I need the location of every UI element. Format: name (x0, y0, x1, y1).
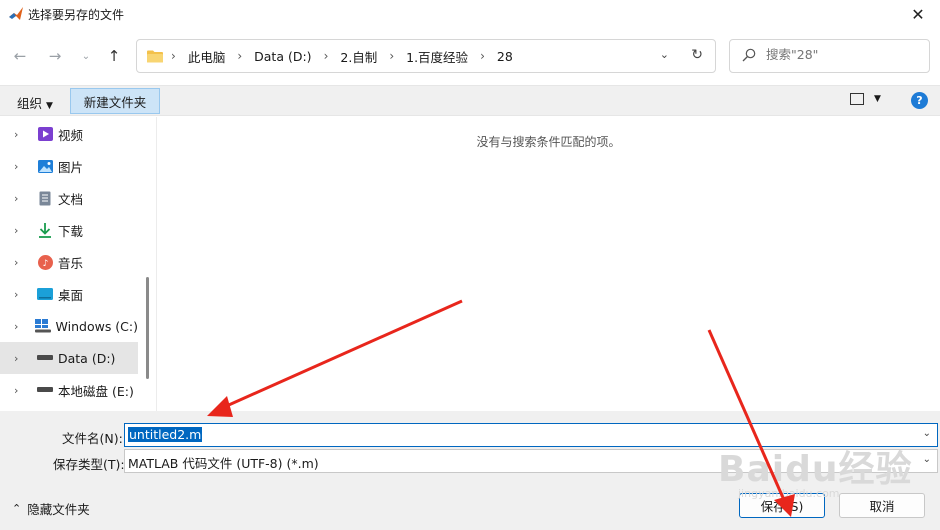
organize-label: 组织 (17, 96, 43, 111)
chevron-down-icon: ⌄ (81, 50, 91, 62)
close-button[interactable]: ✕ (904, 2, 932, 26)
cancel-button[interactable]: 取消 (839, 493, 925, 518)
up-button[interactable]: ↑ (104, 46, 124, 66)
search-input[interactable] (766, 47, 916, 62)
navigation-bar: ← → ⌄ ↑ › 此电脑 › Data (D:) › 2.自制 › 1.百度经… (0, 36, 940, 76)
svg-text:♪: ♪ (42, 259, 48, 269)
sidebar-scrollbar[interactable] (146, 277, 149, 379)
filename-input[interactable]: untitled2.m (128, 427, 203, 442)
picture-icon (37, 158, 53, 174)
empty-result-message: 没有与搜索条件匹配的项。 (476, 135, 621, 149)
breadcrumb-this-pc[interactable]: 此电脑 (186, 47, 228, 66)
filename-label: 文件名(N): (62, 431, 123, 446)
navigation-pane: › 视频 › 图片 › 文档 › 下载 › ♪ 音乐 › 桌面 › Window… (0, 117, 156, 411)
expand-chevron-icon[interactable]: › (14, 320, 32, 333)
video-icon (37, 126, 53, 142)
expand-chevron-icon[interactable]: › (14, 384, 34, 397)
desktop-icon (37, 286, 53, 302)
arrow-left-icon: ← (13, 47, 27, 65)
sidebar-item-downloads[interactable]: › 下载 (0, 214, 138, 246)
breadcrumb-folder-28[interactable]: 28 (495, 49, 515, 64)
breadcrumb: › 此电脑 › Data (D:) › 2.自制 › 1.百度经验 › 28 (171, 40, 515, 72)
caret-down-icon: ▼ (46, 101, 53, 111)
sidebar-item-label: 文档 (58, 191, 84, 207)
sidebar-item-label: 图片 (58, 159, 84, 175)
new-folder-button[interactable]: 新建文件夹 (70, 88, 160, 114)
address-history-chevron-icon[interactable]: ⌄ (660, 48, 669, 61)
breadcrumb-separator-icon[interactable]: › (470, 49, 495, 63)
recent-locations-button[interactable]: ⌄ (76, 46, 96, 66)
sidebar-item-label: 视频 (58, 127, 84, 143)
expand-chevron-icon[interactable]: › (14, 192, 34, 205)
drive-icon (37, 382, 53, 398)
address-bar[interactable]: › 此电脑 › Data (D:) › 2.自制 › 1.百度经验 › 28 ⌄… (136, 39, 716, 73)
help-icon[interactable]: ? (911, 92, 928, 109)
expand-chevron-icon[interactable]: › (14, 160, 34, 173)
music-icon: ♪ (37, 254, 53, 270)
breadcrumb-folder-2[interactable]: 2.自制 (338, 47, 379, 66)
expand-chevron-icon[interactable]: › (14, 256, 34, 269)
windows-drive-icon (34, 318, 51, 334)
sidebar-item-label: 音乐 (58, 255, 84, 271)
sidebar-item-label: 本地磁盘 (E:) (58, 383, 134, 399)
sidebar-item-windows-c[interactable]: › Windows (C:) (0, 310, 138, 342)
matlab-app-icon (9, 7, 23, 20)
arrow-right-icon: → (48, 47, 62, 65)
chevron-up-icon: ⌃ (12, 502, 22, 515)
breadcrumb-data-drive[interactable]: Data (D:) (252, 49, 313, 64)
folder-icon (147, 50, 163, 63)
sidebar-item-data-d[interactable]: › Data (D:) (0, 342, 138, 374)
file-list-area[interactable]: 没有与搜索条件匹配的项。 (157, 117, 940, 411)
new-folder-label: 新建文件夹 (83, 94, 147, 110)
sidebar-item-label: 下载 (58, 223, 84, 239)
filetype-value: MATLAB 代码文件 (UTF-8) (*.m) (128, 456, 319, 471)
sidebar-item-label: 桌面 (58, 287, 84, 303)
hide-folders-label: 隐藏文件夹 (27, 502, 90, 517)
chevron-down-icon[interactable]: ⌄ (923, 428, 931, 439)
sidebar-item-music[interactable]: › ♪ 音乐 (0, 246, 138, 278)
chevron-down-icon[interactable]: ⌄ (923, 454, 931, 465)
arrow-up-icon: ↑ (107, 47, 121, 65)
filetype-label: 保存类型(T): (53, 457, 125, 472)
refresh-icon[interactable]: ↻ (691, 47, 703, 63)
sidebar-item-videos[interactable]: › 视频 (0, 118, 138, 150)
hide-folders-toggle[interactable]: ⌃ 隐藏文件夹 (12, 499, 90, 518)
forward-button[interactable]: → (45, 46, 65, 66)
breadcrumb-separator-icon[interactable]: › (314, 49, 339, 63)
search-box[interactable] (729, 39, 930, 73)
sidebar-item-label: Windows (C:) (55, 318, 138, 334)
expand-chevron-icon[interactable]: › (14, 224, 34, 237)
sidebar-item-documents[interactable]: › 文档 (0, 182, 138, 214)
cancel-button-label: 取消 (869, 499, 895, 514)
sidebar-item-pictures[interactable]: › 图片 (0, 150, 138, 182)
expand-chevron-icon[interactable]: › (14, 128, 34, 141)
sidebar-item-label: Data (D:) (58, 350, 116, 366)
close-icon: ✕ (911, 4, 925, 24)
window-title: 选择要另存的文件 (28, 8, 125, 22)
search-icon (742, 48, 756, 62)
organize-menu-button[interactable]: 组织 ▼ (17, 93, 53, 112)
view-mode-icon[interactable] (850, 93, 864, 105)
sidebar-item-local-e[interactable]: › 本地磁盘 (E:) (0, 374, 138, 406)
title-bar: 选择要另存的文件 ✕ (0, 0, 940, 28)
baidu-watermark: Baidu经验 (718, 449, 913, 490)
breadcrumb-separator-icon[interactable]: › (227, 49, 252, 63)
download-icon (37, 222, 53, 238)
command-toolbar: 组织 ▼ 新建文件夹 ▼ ? (0, 85, 940, 116)
baidu-watermark-url: jingyan.baidu.com (738, 487, 840, 500)
expand-chevron-icon[interactable]: › (14, 352, 34, 365)
breadcrumb-folder-1[interactable]: 1.百度经验 (404, 47, 470, 66)
back-button[interactable]: ← (10, 46, 30, 66)
view-options-caret-icon[interactable]: ▼ (874, 94, 881, 104)
breadcrumb-separator-icon[interactable]: › (379, 49, 404, 63)
drive-icon (37, 350, 53, 366)
breadcrumb-separator-icon[interactable]: › (171, 49, 186, 63)
expand-chevron-icon[interactable]: › (14, 288, 34, 301)
sidebar-item-desktop[interactable]: › 桌面 (0, 278, 138, 310)
document-icon (37, 190, 53, 206)
